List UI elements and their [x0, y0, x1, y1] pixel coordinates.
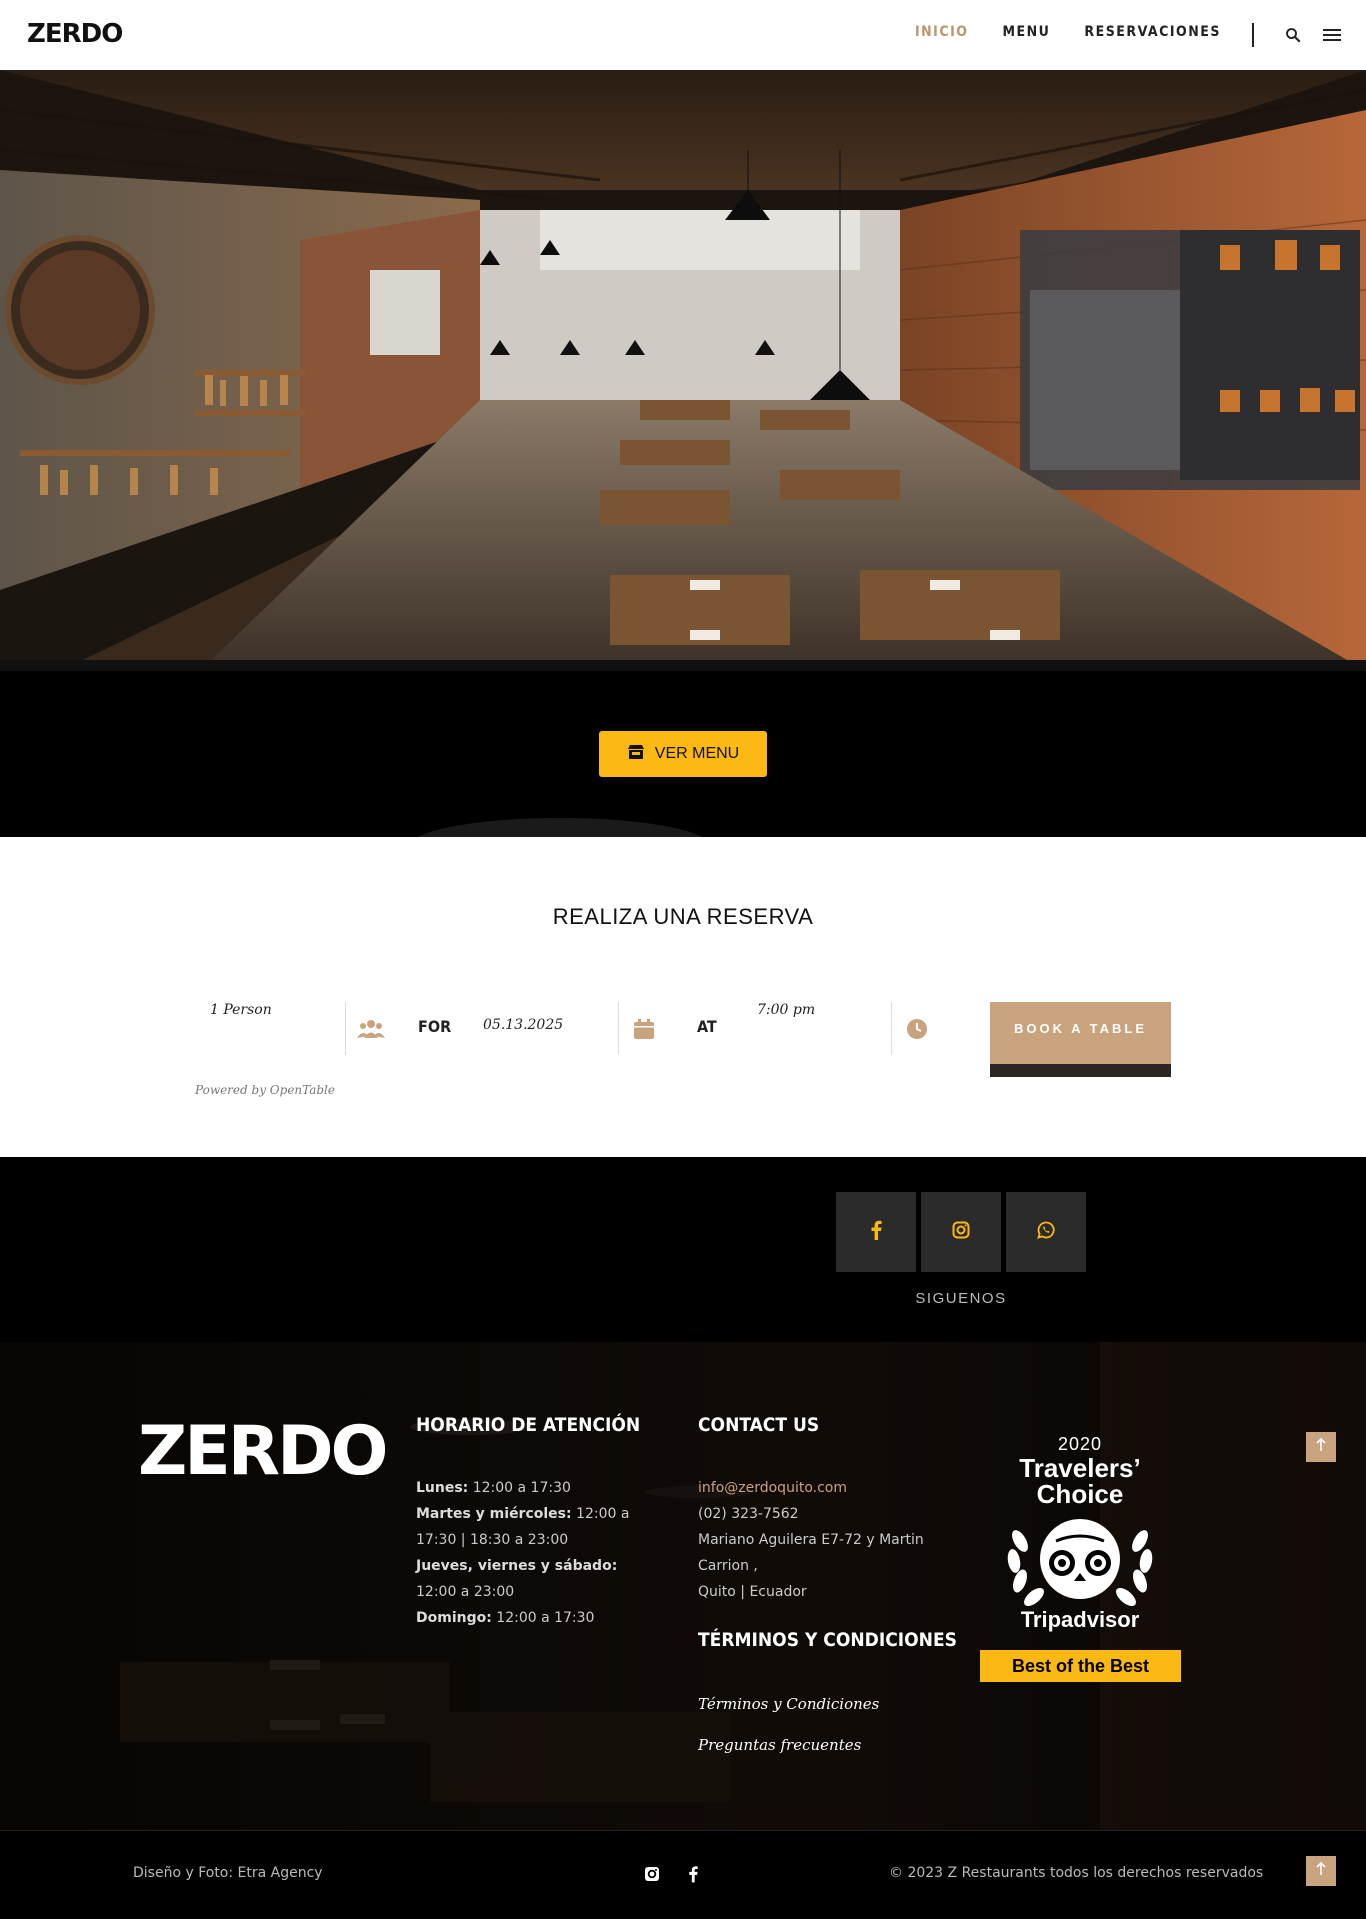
search-icon[interactable] — [1280, 22, 1306, 48]
date-picker[interactable]: 05.13.2025 — [483, 1017, 563, 1033]
tripadvisor-award: 2020 Travelers’ Choice Tripadvisor — [980, 1434, 1180, 1633]
site-logo[interactable]: ZERDO — [27, 19, 123, 49]
contact-email[interactable]: info@zerdoquito.com — [698, 1475, 928, 1501]
contact-city: Quito | Ecuador — [698, 1584, 807, 1600]
ver-menu-label: VER MENU — [654, 745, 740, 762]
credit-text: Diseño y Foto: Etra Agency — [133, 1865, 323, 1881]
store-icon — [627, 744, 645, 765]
powered-by-opentable[interactable]: Powered by OpenTable — [195, 1083, 335, 1097]
calendar-icon — [633, 1018, 659, 1044]
whatsapp-button[interactable] — [1006, 1192, 1086, 1272]
siguenos-label: SIGUENOS — [915, 1290, 1007, 1307]
ver-menu-button[interactable]: VER MENU — [599, 731, 767, 777]
time-picker[interactable]: 7:00 pm — [757, 1002, 815, 1018]
contact-phone: (02) 323-7562 — [698, 1506, 799, 1522]
site-header: ZERDO INICIO MENU RESERVACIONES — [0, 0, 1366, 70]
site-footer: ZERDO HORARIO DE ATENCIÓN Lunes: 12:00 a… — [0, 1342, 1366, 1830]
owl-icon — [1000, 1511, 1160, 1611]
nav-menu[interactable]: MENU — [1002, 24, 1050, 40]
arrow-up-icon — [1315, 1437, 1327, 1457]
hours-day: Martes y miércoles: — [416, 1506, 572, 1522]
footer-logo: ZERDO — [138, 1412, 388, 1491]
hours-day: Lunes: — [416, 1480, 469, 1496]
clock-icon — [906, 1018, 932, 1044]
facebook-icon[interactable] — [688, 1865, 698, 1888]
hours-day: Domingo: — [416, 1610, 492, 1626]
hours-time: 12:00 a 23:00 — [416, 1584, 515, 1600]
hamburger-icon[interactable] — [1319, 22, 1345, 48]
social-section: SIGUENOS — [0, 1157, 1366, 1342]
scroll-top-button[interactable] — [1306, 1856, 1336, 1886]
hours-time: 12:00 a 17:30 — [491, 1610, 595, 1626]
hero-image — [0, 70, 1366, 671]
book-table-button[interactable]: BOOK A TABLE — [990, 1002, 1171, 1077]
contact-heading: CONTACT US — [698, 1414, 820, 1436]
copyright-text: © 2023 Z Restaurants todos los derechos … — [889, 1865, 1264, 1881]
hours-day: Jueves, viernes y sábado: — [416, 1558, 618, 1574]
for-label: FOR — [418, 1017, 452, 1036]
party-size-select[interactable]: 1 Person — [210, 1002, 272, 1018]
hours-time: 12:00 a 17:30 — [468, 1480, 571, 1496]
whatsapp-icon — [1037, 1221, 1055, 1244]
faq-link[interactable]: Preguntas frecuentes — [698, 1736, 861, 1754]
contact-info: info@zerdoquito.com (02) 323-7562 Marian… — [698, 1475, 928, 1605]
at-label: AT — [697, 1017, 717, 1036]
nav-inicio[interactable]: INICIO — [915, 24, 969, 40]
field-divider — [891, 1002, 892, 1055]
terms-link[interactable]: Términos y Condiciones — [698, 1695, 879, 1713]
hours-heading: HORARIO DE ATENCIÓN — [416, 1414, 641, 1436]
nav-reservaciones[interactable]: RESERVACIONES — [1084, 24, 1221, 40]
instagram-icon[interactable] — [644, 1866, 660, 1887]
bottom-bar: Diseño y Foto: Etra Agency © 2023 Z Rest… — [0, 1830, 1366, 1919]
main-nav: INICIO MENU RESERVACIONES — [915, 24, 1221, 40]
award-year: 2020 — [1057, 1434, 1103, 1454]
arrow-up-icon — [1315, 1861, 1327, 1881]
reservation-section: REALIZA UNA RESERVA 1 Person FOR 05.13.2… — [0, 837, 1366, 1157]
hours-list: Lunes: 12:00 a 17:30 Martes y miércoles:… — [416, 1475, 661, 1631]
field-divider — [618, 1002, 619, 1055]
instagram-icon — [952, 1221, 970, 1244]
nav-divider — [1252, 23, 1254, 47]
reservation-title: REALIZA UNA RESERVA — [552, 904, 814, 929]
award-line1: Travelers’ — [1019, 1453, 1141, 1483]
field-divider — [345, 1002, 346, 1055]
people-icon — [357, 1018, 385, 1044]
facebook-button[interactable] — [836, 1192, 916, 1272]
facebook-icon — [870, 1220, 882, 1245]
terms-heading: TÉRMINOS Y CONDICIONES — [698, 1629, 957, 1651]
scroll-top-button[interactable] — [1306, 1432, 1336, 1462]
contact-address: Mariano Aguilera E7-72 y Martin Carrion … — [698, 1532, 924, 1574]
award-ribbon: Best of the Best — [980, 1650, 1181, 1682]
instagram-button[interactable] — [921, 1192, 1001, 1272]
award-line2: Choice — [1036, 1479, 1124, 1509]
